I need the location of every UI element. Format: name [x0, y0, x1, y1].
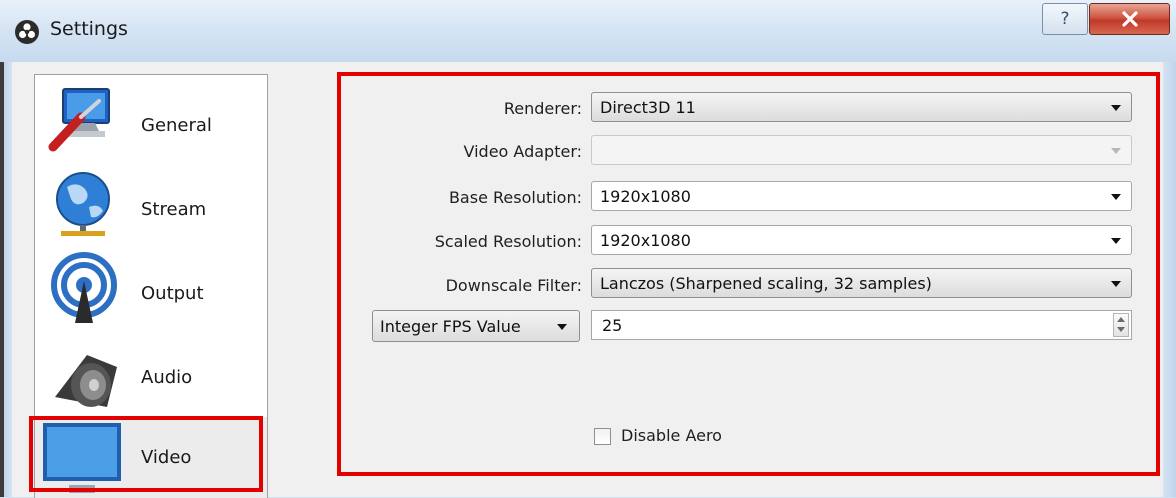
base-resolution-select[interactable]: 1920x1080	[591, 181, 1132, 211]
disable-aero-label[interactable]: Disable Aero	[621, 426, 722, 445]
settings-category-list[interactable]: General Stream Output Audio Video	[34, 74, 268, 498]
close-icon	[1121, 11, 1138, 27]
renderer-label: Renderer:	[503, 99, 582, 118]
scaled-resolution-value: 1920x1080	[600, 230, 691, 250]
sidebar-item-label: Stream	[141, 199, 207, 220]
fps-spin-buttons[interactable]	[1113, 313, 1129, 337]
sidebar-item-label: Video	[141, 447, 192, 468]
stream-globe-icon	[56, 172, 110, 236]
help-icon: ?	[1060, 9, 1070, 29]
sidebar-item-video[interactable]: Video	[35, 417, 267, 498]
fps-value-spinbox[interactable]: 25	[591, 310, 1132, 340]
video-adapter-label: Video Adapter:	[463, 142, 583, 161]
fps-type-value: Integer FPS Value	[380, 316, 521, 336]
audio-speaker-icon	[55, 355, 117, 407]
window-title: Settings	[50, 18, 128, 40]
sidebar-item-stream[interactable]: Stream	[35, 161, 267, 245]
chevron-down-icon	[557, 324, 567, 330]
close-button[interactable]	[1089, 3, 1170, 35]
fps-value: 25	[602, 315, 623, 335]
downscale-filter-label: Downscale Filter:	[445, 276, 582, 295]
help-button[interactable]: ?	[1042, 3, 1088, 35]
scaled-resolution-label: Scaled Resolution:	[434, 232, 582, 251]
sidebar-item-label: Audio	[141, 367, 193, 388]
sidebar-item-label: General	[141, 115, 212, 136]
sidebar-item-general[interactable]: General	[35, 75, 267, 159]
downscale-filter-select[interactable]: Lanczos (Sharpened scaling, 32 samples)	[591, 268, 1132, 298]
window-frame-right	[1163, 62, 1176, 497]
chevron-down-icon	[1111, 281, 1121, 287]
disable-aero-checkbox[interactable]	[594, 428, 611, 445]
sidebar-item-label: Output	[141, 283, 204, 304]
video-adapter-select[interactable]	[591, 135, 1132, 165]
chevron-down-icon	[1111, 194, 1121, 200]
chevron-down-icon	[1111, 148, 1121, 154]
title-bar: Settings ?	[0, 0, 1176, 62]
window-frame-left	[0, 62, 12, 497]
downscale-filter-value: Lanczos (Sharpened scaling, 32 samples)	[600, 273, 932, 293]
base-resolution-value: 1920x1080	[600, 186, 691, 206]
sidebar-item-output[interactable]: Output	[35, 245, 267, 329]
output-antenna-icon	[51, 252, 117, 323]
base-resolution-label: Base Resolution:	[448, 188, 582, 207]
scaled-resolution-select[interactable]: 1920x1080	[591, 225, 1132, 255]
renderer-value: Direct3D 11	[600, 97, 696, 117]
chevron-down-icon	[1111, 105, 1121, 111]
fps-type-select[interactable]: Integer FPS Value	[372, 310, 580, 342]
sidebar-item-audio[interactable]: Audio	[35, 331, 267, 415]
spin-up-down-icon	[1117, 317, 1125, 332]
general-tools-icon	[48, 88, 110, 152]
video-monitor-icon	[43, 423, 121, 493]
renderer-select[interactable]: Direct3D 11	[591, 92, 1132, 122]
obs-logo-icon	[15, 20, 39, 44]
chevron-down-icon	[1111, 238, 1121, 244]
